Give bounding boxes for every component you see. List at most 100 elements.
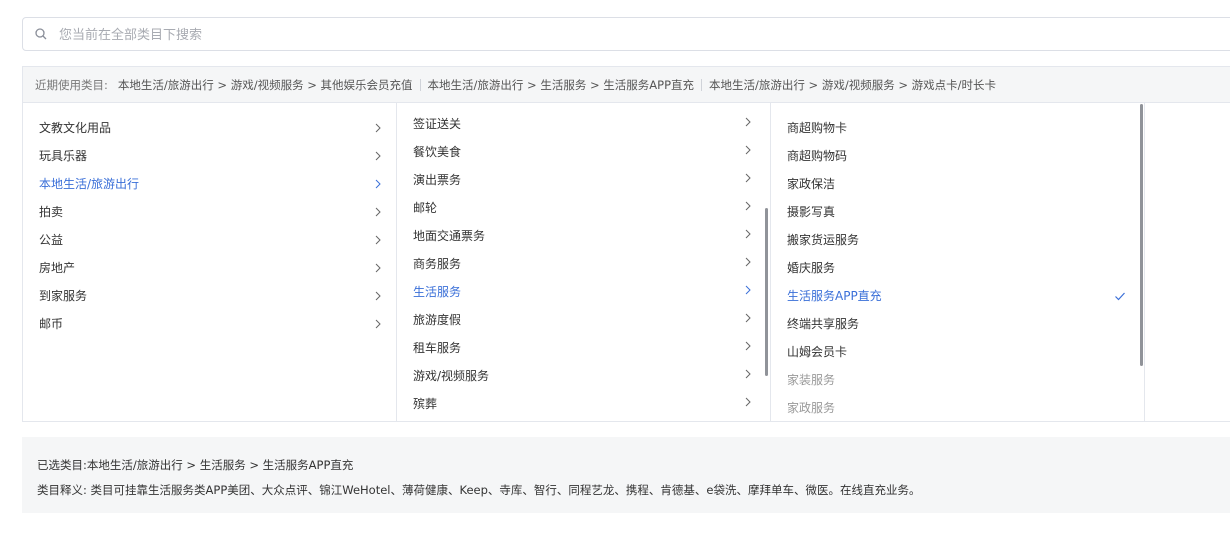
category-item-label: 邮币 [39, 317, 64, 331]
category-item-disabled: 家政服务 [771, 394, 1144, 421]
category-item[interactable]: 殡葬 [397, 390, 770, 418]
chevron-right-icon [375, 151, 381, 161]
category-search-box[interactable] [22, 17, 1230, 51]
category-item[interactable]: 到家服务 [23, 282, 396, 310]
category-item-label: 签证送关 [413, 117, 462, 131]
recent-categories-label: 近期使用类目: [35, 77, 108, 92]
category-item[interactable]: 游戏/视频服务 [397, 362, 770, 390]
category-item-label: 殡葬 [413, 397, 438, 411]
category-item-label: 租车服务 [413, 341, 462, 355]
category-item[interactable]: 旅游度假 [397, 306, 770, 334]
category-item[interactable]: 邮币 [23, 310, 396, 338]
category-item-label: 商超购物卡 [787, 121, 848, 135]
category-item-label: 家政服务 [787, 401, 836, 415]
category-item[interactable]: 拍卖 [23, 198, 396, 226]
category-item[interactable]: 商超购物卡 [771, 114, 1144, 142]
category-item[interactable]: 山姆会员卡 [771, 338, 1144, 366]
category-item-label: 家装服务 [787, 373, 836, 387]
selected-category-label: 已选类目: [37, 458, 87, 472]
category-item-label: 餐饮美食 [413, 145, 462, 159]
category-item[interactable]: 餐饮美食 [397, 138, 770, 166]
chevron-right-icon [745, 397, 751, 407]
chevron-right-icon [745, 285, 751, 295]
category-description-value: 类目可挂靠生活服务类APP美团、大众点评、锦江WeHotel、薄荷健康、Keep… [90, 483, 921, 497]
chevron-right-icon [375, 319, 381, 329]
chevron-right-icon [375, 123, 381, 133]
chevron-right-icon [745, 145, 751, 155]
category-item-label: 摄影写真 [787, 205, 836, 219]
selection-summary: 已选类目:本地生活/旅游出行 > 生活服务 > 生活服务APP直充 类目释义: … [22, 437, 1230, 513]
scrollbar-thumb[interactable] [1140, 104, 1143, 366]
category-item[interactable]: 文教文化用品 [23, 114, 396, 142]
category-item[interactable]: 商超购物码 [771, 142, 1144, 170]
scrollbar-thumb[interactable] [765, 208, 768, 376]
category-item[interactable]: 租车服务 [397, 334, 770, 362]
category-item-label: 文教文化用品 [39, 121, 112, 135]
recent-categories-bar: 近期使用类目: 本地生活/旅游出行 > 游戏/视频服务 > 其他娱乐会员充值 本… [22, 66, 1230, 102]
category-item-label: 到家服务 [39, 289, 88, 303]
recent-category-item[interactable]: 本地生活/旅游出行 > 游戏/视频服务 > 游戏点卡/时长卡 [709, 77, 996, 93]
category-item-label: 生活服务 [413, 285, 462, 299]
category-column-level1: 文教文化用品 玩具乐器 本地生活/旅游出行 拍卖 公益 房地产 到家服务 邮币 [23, 103, 397, 421]
category-item-disabled: 家装服务 [771, 366, 1144, 394]
category-item-label: 游戏/视频服务 [413, 369, 490, 383]
category-item-label: 搬家货运服务 [787, 233, 860, 247]
divider [419, 78, 421, 91]
divider [701, 78, 703, 91]
chevron-right-icon [745, 201, 751, 211]
category-item-label: 婚庆服务 [787, 261, 836, 275]
recent-category-item[interactable]: 本地生活/旅游出行 > 生活服务 > 生活服务APP直充 [428, 77, 695, 93]
selected-category-line: 已选类目:本地生活/旅游出行 > 生活服务 > 生活服务APP直充 [37, 457, 353, 473]
category-item[interactable]: 家政保洁 [771, 170, 1144, 198]
search-input[interactable] [57, 24, 661, 46]
chevron-right-icon [375, 235, 381, 245]
category-description-line: 类目释义: 类目可挂靠生活服务类APP美团、大众点评、锦江WeHotel、薄荷健… [37, 482, 921, 498]
category-item-label: 旅游度假 [413, 313, 462, 327]
check-icon [1115, 292, 1125, 301]
selected-category-value: 本地生活/旅游出行 > 生活服务 > 生活服务APP直充 [86, 458, 354, 472]
category-item-label: 玩具乐器 [39, 149, 88, 163]
category-item-label: 拍卖 [39, 205, 64, 219]
chevron-right-icon [745, 341, 751, 351]
category-item[interactable]: 终端共享服务 [771, 310, 1144, 338]
category-item-selected[interactable]: 生活服务APP直充 [771, 282, 1144, 310]
search-icon [35, 28, 47, 40]
category-item[interactable]: 公益 [23, 226, 396, 254]
category-description-label: 类目释义: [37, 483, 87, 497]
category-item[interactable]: 摄影写真 [771, 198, 1144, 226]
category-item-label: 演出票务 [413, 173, 462, 187]
category-item-selected[interactable]: 生活服务 [397, 278, 770, 306]
chevron-right-icon [375, 263, 381, 273]
category-item[interactable]: 婚庆服务 [771, 254, 1144, 282]
category-item[interactable]: 搬家货运服务 [771, 226, 1144, 254]
category-column-level2: 签证送关 餐饮美食 演出票务 邮轮 地面交通票务 商务服务 生活服务 旅游度假 … [397, 103, 771, 421]
chevron-right-icon [375, 291, 381, 301]
category-item-label: 商务服务 [413, 257, 462, 271]
category-item-label: 终端共享服务 [787, 317, 860, 331]
category-item-label: 房地产 [39, 261, 76, 275]
chevron-right-icon [745, 369, 751, 379]
category-item-label: 公益 [39, 233, 64, 247]
category-item[interactable]: 房地产 [23, 254, 396, 282]
category-item-label: 地面交通票务 [413, 229, 486, 243]
chevron-right-icon [745, 313, 751, 323]
category-item[interactable]: 地面交通票务 [397, 222, 770, 250]
category-item-label: 家政保洁 [787, 177, 836, 191]
category-item-selected[interactable]: 本地生活/旅游出行 [23, 170, 396, 198]
category-item[interactable]: 邮轮 [397, 194, 770, 222]
category-item-label: 生活服务APP直充 [787, 289, 882, 303]
category-item-label: 商超购物码 [787, 149, 848, 163]
category-item[interactable]: 演出票务 [397, 166, 770, 194]
category-item[interactable]: 商务服务 [397, 250, 770, 278]
chevron-right-icon [745, 257, 751, 267]
category-item[interactable]: 玩具乐器 [23, 142, 396, 170]
category-item-label: 邮轮 [413, 201, 438, 215]
category-column-level3: 商超购物卡 商超购物码 家政保洁 摄影写真 搬家货运服务 婚庆服务 生活服务AP… [771, 103, 1145, 421]
chevron-right-icon [745, 229, 751, 239]
category-cascader: 文教文化用品 玩具乐器 本地生活/旅游出行 拍卖 公益 房地产 到家服务 邮币 … [22, 102, 1230, 422]
recent-category-item[interactable]: 本地生活/旅游出行 > 游戏/视频服务 > 其他娱乐会员充值 [118, 77, 413, 93]
category-item-label: 本地生活/旅游出行 [39, 177, 140, 191]
category-item-label: 山姆会员卡 [787, 345, 848, 359]
category-item[interactable]: 签证送关 [397, 110, 770, 138]
chevron-right-icon [745, 173, 751, 183]
